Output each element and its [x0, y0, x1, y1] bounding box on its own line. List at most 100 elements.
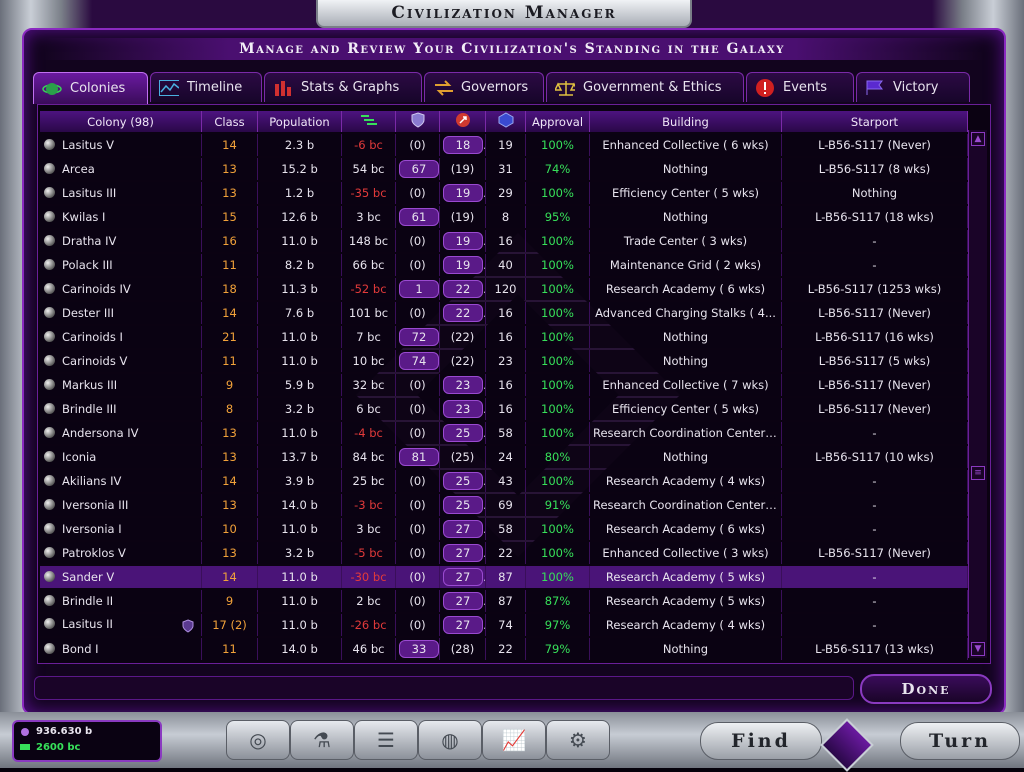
colony-approval: 95%	[526, 206, 590, 228]
colony-income: -35 bc	[342, 182, 396, 204]
colony-influence-cell: 27	[440, 590, 486, 612]
colony-name: Bond I	[62, 642, 99, 656]
planet-icon	[44, 355, 55, 366]
colony-research: 22	[486, 542, 526, 564]
colony-defense-cell: (0)	[396, 182, 440, 204]
colony-name-cell[interactable]: Lasitus II	[40, 614, 202, 636]
column-header-building[interactable]: Building	[590, 111, 782, 132]
colony-name-cell[interactable]: Sander V	[40, 566, 202, 588]
colony-name-cell[interactable]: Dester III	[40, 302, 202, 324]
table-row[interactable]: Sander V 14 11.0 b -30 bc (0) 27 87 100% Researc…	[40, 566, 968, 588]
colony-starport: L-B56-S117 (8 wks)	[782, 158, 968, 180]
table-row[interactable]: Bond I 11 14.0 b 46 bc 33 (28) 22 79% Nothing L-B…	[40, 638, 968, 660]
colony-name-cell[interactable]: Andersona IV	[40, 422, 202, 444]
colony-name-cell[interactable]: Brindle III	[40, 398, 202, 420]
table-row[interactable]: Iversonia III 13 14.0 b -3 bc (0) 25 69 91% Rese…	[40, 494, 968, 516]
table-row[interactable]: Kwilas I 15 12.6 b3 bc 61 (19) 8 95% Nothing L-B…	[40, 206, 968, 228]
table-row[interactable]: Patroklos V 13 3.2 b -5 bc (0) 27 22 100% Enhanc…	[40, 542, 968, 564]
colony-name-cell[interactable]: Iconia	[40, 446, 202, 468]
colony-name-cell[interactable]: Carinoids IV	[40, 278, 202, 300]
colony-name-cell[interactable]: Carinoids V	[40, 350, 202, 372]
column-header-starport[interactable]: Starport	[782, 111, 968, 132]
colony-name-cell[interactable]: Iversonia I	[40, 518, 202, 540]
planet-icon	[42, 80, 62, 98]
table-row[interactable]: Arcea 13 15.2 b 54 bc 67 (19) 31 74% Nothing L-B5…	[40, 158, 968, 180]
table-row[interactable]: Andersona IV 13 11.0 b -4 bc (0) 25 58 100% Rese…	[40, 422, 968, 444]
planet-icon	[44, 571, 55, 582]
colony-name-cell[interactable]: Arcea	[40, 158, 202, 180]
colony-name-cell[interactable]: Carinoids I	[40, 326, 202, 348]
colony-name-cell[interactable]: Kwilas I	[40, 206, 202, 228]
government-button[interactable]: ☰	[354, 720, 418, 760]
tab-events[interactable]: Events	[746, 72, 854, 102]
tab-government-ethics[interactable]: Government & Ethics	[546, 72, 744, 102]
shipyard-button[interactable]: ⚙	[546, 720, 610, 760]
colony-population: 3.9 b	[258, 470, 342, 492]
colony-building: Research Academy ( 6 wks)	[590, 518, 782, 540]
scroll-up-icon[interactable]: ▲	[971, 132, 985, 146]
planets-button[interactable]: ◍	[418, 720, 482, 760]
table-row[interactable]: Dratha IV 16 11.0 b 148 bc (0) 19 16 100% Trade …	[40, 230, 968, 252]
table-scrollbar[interactable]: ▲ ≡ ▼	[968, 130, 987, 658]
column-header-approval[interactable]: Approval	[526, 111, 590, 132]
find-button[interactable]: Find	[700, 722, 822, 760]
colony-name-cell[interactable]: Lasitus III	[40, 182, 202, 204]
research-button[interactable]: ⚗	[290, 720, 354, 760]
table-row[interactable]: Carinoids I 21 11.0 b7 bc 72 (22) 16 100% Nothi…	[40, 326, 968, 348]
planet-grid-icon: ◍	[441, 728, 459, 752]
column-header-research[interactable]	[486, 111, 526, 132]
table-row[interactable]: Carinoids V 11 11.0 b 10 bc 74 (22) 23 100% Noth…	[40, 350, 968, 372]
charts-button[interactable]: 📈	[482, 720, 546, 760]
colony-approval: 80%	[526, 446, 590, 468]
scroll-down-icon[interactable]: ▼	[971, 642, 985, 656]
table-row[interactable]: Carinoids IV 18 11.3 b -52 bc 1 22 120 100% Rese…	[40, 278, 968, 300]
done-button[interactable]: Done	[860, 674, 992, 704]
table-row[interactable]: Brindle III 8 3.2 b6 bc (0) 23 16 100% Efficien…	[40, 398, 968, 420]
table-row[interactable]: Lasitus II 17 (2) 11.0 b -26 bc (0) 27 74 97% Re…	[40, 614, 968, 636]
colony-influence-cell: 22	[440, 278, 486, 300]
tab-colonies[interactable]: Colonies	[33, 72, 148, 104]
colony-approval: 100%	[526, 254, 590, 276]
column-header-influence[interactable]	[440, 111, 486, 132]
colony-name-cell[interactable]: Dratha IV	[40, 230, 202, 252]
colony-building: Trade Center ( 3 wks)	[590, 230, 782, 252]
colony-defense-cell: 1	[396, 278, 440, 300]
colony-name-cell[interactable]: Brindle II	[40, 590, 202, 612]
colony-income: 3 bc	[342, 518, 396, 540]
colony-building: Enhanced Collective ( 7 wks)	[590, 374, 782, 396]
column-header-income[interactable]	[342, 111, 396, 132]
colony-name-cell[interactable]: Lasitus V	[40, 134, 202, 156]
table-row[interactable]: Markus III 9 5.9 b 32 bc (0) 23 16 100% Enhanced…	[40, 374, 968, 396]
table-row[interactable]: Polack III 11 8.2 b 66 bc (0) 19 40 100% Mainten…	[40, 254, 968, 276]
table-row[interactable]: Lasitus III 13 1.2 b -35 bc (0) 19 29 100% Effic…	[40, 182, 968, 204]
tab-governors[interactable]: Governors	[424, 72, 544, 102]
scroll-thumb[interactable]: ≡	[971, 466, 985, 480]
table-row[interactable]: Iversonia I 10 11.0 b3 bc (0) 27 58 100% Resear…	[40, 518, 968, 540]
colony-class: 21	[202, 326, 258, 348]
colony-name-cell[interactable]: Markus III	[40, 374, 202, 396]
tab-victory[interactable]: Victory	[856, 72, 970, 102]
colony-class: 11	[202, 254, 258, 276]
colony-name-cell[interactable]: Bond I	[40, 638, 202, 660]
colony-name: Lasitus III	[62, 186, 117, 200]
colony-name-cell[interactable]: Akilians IV	[40, 470, 202, 492]
column-header-defense[interactable]	[396, 111, 440, 132]
turn-button[interactable]: Turn	[900, 722, 1020, 760]
table-row[interactable]: Brindle II 9 11.0 b2 bc (0) 27 87 87% Research …	[40, 590, 968, 612]
column-header-population[interactable]: Population	[258, 111, 342, 132]
colony-research: 24	[486, 446, 526, 468]
colony-defense-cell: 72	[396, 326, 440, 348]
table-row[interactable]: Dester III 14 7.6 b 101 bc (0) 22 16 100% Advanc…	[40, 302, 968, 324]
table-row[interactable]: Iconia 13 13.7 b 84 bc 81 (25) 24 80% Nothing L-B…	[40, 446, 968, 468]
tab-timeline[interactable]: Timeline	[150, 72, 262, 102]
tab-stats-graphs[interactable]: Stats & Graphs	[264, 72, 422, 102]
column-header-class[interactable]: Class	[202, 111, 258, 132]
table-row[interactable]: Akilians IV 14 3.9 b 25 bc (0) 25 43 100% Resear…	[40, 470, 968, 492]
column-header-colony[interactable]: Colony (98)	[40, 111, 202, 132]
table-row[interactable]: Lasitus V 14 2.3 b -6 bc (0) 18 19 100% Enhanced…	[40, 134, 968, 156]
colony-name-cell[interactable]: Iversonia III	[40, 494, 202, 516]
colony-name-cell[interactable]: Polack III	[40, 254, 202, 276]
colony-ship-button[interactable]: ◎	[226, 720, 290, 760]
colony-class: 8	[202, 398, 258, 420]
colony-name-cell[interactable]: Patroklos V	[40, 542, 202, 564]
